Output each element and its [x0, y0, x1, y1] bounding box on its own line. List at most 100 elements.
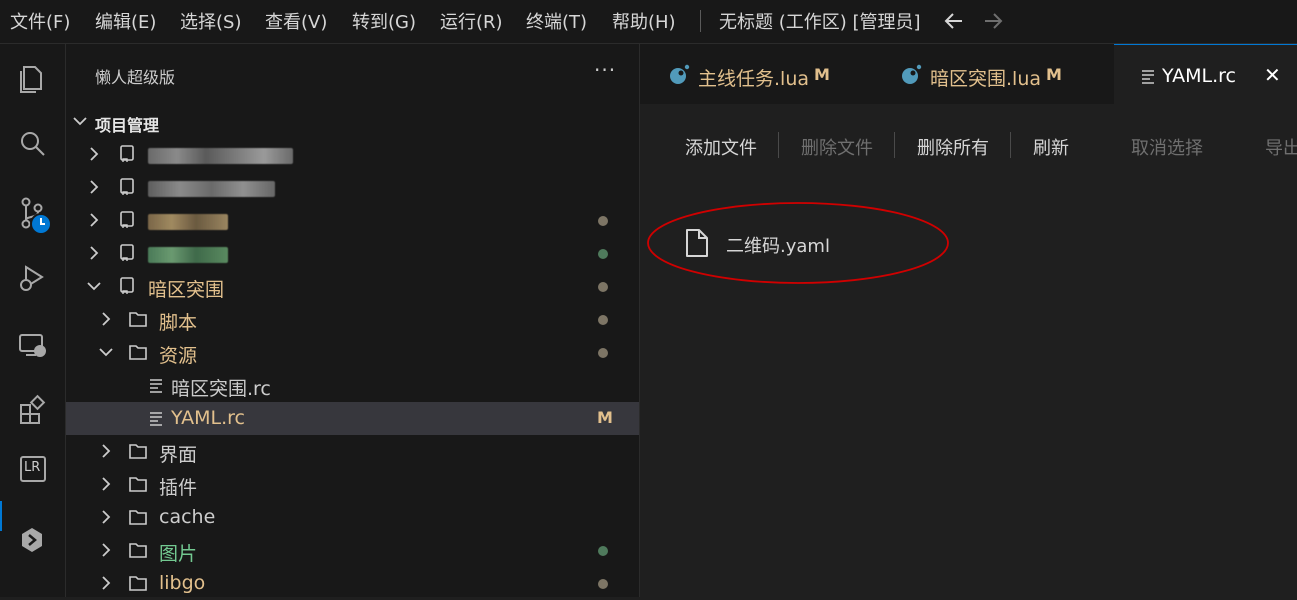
section-title: 项目管理: [95, 116, 160, 135]
menu-bar: 文件(F) 编辑(E) 选择(S) 查看(V) 转到(G) 运行(R) 终端(T…: [0, 0, 1297, 44]
chevron-right-icon: [102, 576, 111, 590]
folder-icon: [129, 444, 147, 459]
folder-icon: [129, 510, 147, 525]
tab-label: 主线任务.lua: [698, 68, 810, 90]
menu-run[interactable]: 运行(R): [440, 8, 503, 34]
source-control-icon[interactable]: [14, 194, 54, 236]
modified-dot: [598, 216, 608, 226]
tree-item-folder[interactable]: 脚本: [66, 303, 639, 336]
repo-icon: [120, 145, 134, 162]
tab-label: 暗区突围.lua: [930, 68, 1042, 90]
active-indicator: [0, 501, 2, 531]
redacted-label: [148, 148, 293, 164]
run-debug-icon[interactable]: [14, 260, 50, 296]
tree-item-label: libgo: [159, 572, 206, 594]
text-file-icon: [150, 412, 162, 426]
menu-file[interactable]: 文件(F): [10, 8, 70, 34]
tab-anqu[interactable]: 暗区突围.lua M: [872, 44, 1112, 104]
repo-icon: [120, 178, 134, 195]
tree-item-file[interactable]: 暗区突围.rc: [66, 369, 639, 402]
search-icon[interactable]: [14, 126, 50, 162]
forward-arrow-icon[interactable]: [983, 12, 1003, 30]
tree-item-folder[interactable]: 界面: [66, 435, 639, 468]
added-dot: [598, 249, 608, 259]
menu-help[interactable]: 帮助(H): [612, 8, 676, 34]
chevron-right-icon: [90, 246, 99, 260]
tree-item-label: 插件: [159, 477, 198, 499]
tree-item-project[interactable]: [66, 204, 639, 237]
tree-item-label: cache: [159, 506, 216, 528]
folder-icon: [129, 312, 147, 327]
menu-goto[interactable]: 转到(G): [352, 8, 416, 34]
modified-dot: [598, 282, 608, 292]
tree-item-project[interactable]: [66, 237, 639, 270]
add-file-button[interactable]: 添加文件: [685, 134, 757, 160]
tree-item-folder[interactable]: 图片: [66, 534, 639, 567]
tree-item-project[interactable]: [66, 171, 639, 204]
folder-icon: [129, 576, 147, 591]
close-icon[interactable]: ✕: [1264, 63, 1281, 87]
deselect-button[interactable]: 取消选择: [1131, 134, 1203, 160]
tree-item-label: YAML.rc: [171, 407, 245, 429]
tree-item-folder[interactable]: 插件: [66, 468, 639, 501]
tree-item-label: 暗区突围: [148, 279, 225, 301]
remote-explorer-icon[interactable]: [14, 327, 50, 363]
modified-dot: [598, 579, 608, 589]
lua-file-icon: [902, 64, 922, 84]
tree-item-project[interactable]: [66, 138, 639, 171]
tab-label: YAML.rc: [1162, 65, 1236, 87]
menu-view[interactable]: 查看(V): [265, 8, 327, 34]
tree-item-folder[interactable]: libgo: [66, 567, 639, 600]
more-actions-icon[interactable]: ···: [594, 58, 616, 82]
chevron-right-icon: [102, 543, 111, 557]
repo-icon: [120, 211, 134, 228]
modified-dot: [598, 315, 608, 325]
toolbar-separator: [778, 132, 779, 158]
lr-icon[interactable]: LR: [20, 456, 46, 482]
lua-file-icon: [670, 64, 690, 84]
section-header[interactable]: 项目管理: [66, 105, 639, 138]
extensions-icon[interactable]: [14, 392, 50, 428]
tree-item-label: 界面: [159, 444, 198, 466]
redacted-label: [148, 181, 275, 197]
back-arrow-icon[interactable]: [944, 12, 964, 30]
tree-item-file-selected[interactable]: YAML.rc M: [66, 402, 639, 435]
editor-area: 添加文件 删除文件 删除所有 刷新 取消选择 导出 二维码.yaml: [640, 104, 1297, 597]
text-file-icon: [150, 379, 162, 393]
folder-icon: [129, 345, 147, 360]
repo-icon: [120, 244, 134, 261]
chevron-right-icon: [102, 312, 111, 326]
tree-item-label: 暗区突围.rc: [171, 378, 271, 400]
tree-item-project-expanded[interactable]: 暗区突围: [66, 270, 639, 303]
folder-icon: [129, 477, 147, 492]
tab-yaml[interactable]: YAML.rc ✕: [1114, 44, 1297, 105]
modified-badge: M: [814, 65, 830, 84]
delete-all-button[interactable]: 删除所有: [917, 134, 989, 160]
tree-item-folder-expanded[interactable]: 资源: [66, 336, 639, 369]
annotation-circle: [647, 202, 949, 284]
lr-icon-label: LR: [24, 460, 41, 475]
tree-item-label: 脚本: [159, 312, 198, 334]
menu-terminal[interactable]: 终端(T): [526, 8, 587, 34]
explorer-icon[interactable]: [14, 59, 50, 95]
refresh-button[interactable]: 刷新: [1033, 134, 1069, 160]
menu-edit[interactable]: 编辑(E): [95, 8, 156, 34]
modified-badge: M: [597, 408, 613, 427]
tab-main-task[interactable]: 主线任务.lua M: [640, 44, 870, 104]
export-button[interactable]: 导出: [1265, 134, 1297, 160]
tree-item-folder[interactable]: cache: [66, 501, 639, 534]
plugin-icon[interactable]: [14, 522, 50, 558]
menu-selection[interactable]: 选择(S): [180, 8, 241, 34]
sidebar-title: 懒人超级版: [95, 68, 176, 87]
chevron-right-icon: [102, 444, 111, 458]
text-file-icon: [1142, 70, 1154, 84]
chevron-down-icon: [73, 117, 87, 126]
tree-item-label: 资源: [159, 345, 198, 367]
chevron-right-icon: [90, 147, 99, 161]
chevron-right-icon: [90, 180, 99, 194]
chevron-down-icon: [87, 282, 101, 291]
modified-badge: M: [1046, 65, 1062, 84]
sidebar: 懒人超级版 ··· 项目管理 暗区突围 脚本 资源 暗区突围.rc YAML.r…: [66, 44, 640, 597]
delete-file-button[interactable]: 删除文件: [801, 134, 873, 160]
menu-separator: [700, 10, 701, 32]
